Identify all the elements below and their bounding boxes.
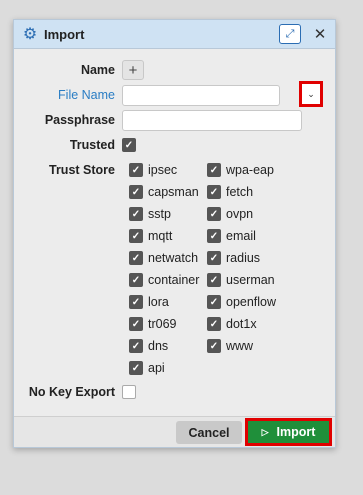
cancel-button[interactable]: Cancel (176, 421, 242, 444)
trust-store-item: ✓ mqtt (129, 225, 199, 247)
trust-store-item: ✓ dot1x (207, 313, 276, 335)
trusted-label: Trusted (69, 138, 115, 152)
file-name-row: File Name ⌄ (14, 81, 335, 107)
trust-store-item: ✓ dns (129, 335, 199, 357)
trust-store-item: ✓ fetch (207, 181, 276, 203)
import-button[interactable]: ▷ Import (245, 418, 332, 446)
trust-store-item-label: tr069 (148, 317, 177, 331)
trust-store-checkbox[interactable]: ✓ (129, 295, 143, 309)
trust-store-label: Trust Store (49, 163, 115, 177)
trust-store-item-label: ovpn (226, 207, 254, 221)
no-key-export-label: No Key Export (28, 385, 115, 399)
trust-store-item: ✓ email (207, 225, 276, 247)
trust-store-checkbox[interactable]: ✓ (207, 185, 221, 199)
trusted-row: Trusted ✓ (14, 134, 335, 156)
trust-store-checkbox[interactable]: ✓ (129, 207, 143, 221)
trust-store-col1: ✓ ipsec ✓ capsman ✓ sstp ✓ mqtt ✓ netwatch ✓ contai… (129, 159, 199, 379)
trust-store-checkbox[interactable]: ✓ (129, 229, 143, 243)
trust-store-checkbox[interactable]: ✓ (207, 229, 221, 243)
trust-store-checkbox[interactable]: ✓ (129, 163, 143, 177)
trust-store-item-label: ipsec (148, 163, 178, 177)
dialog-titlebar: ⚙ Import ⤢ ✕ (14, 20, 335, 49)
trust-store-col2: ✓ wpa-eap ✓ fetch ✓ ovpn ✓ email ✓ radius ✓ userman… (207, 159, 276, 357)
trust-store-checkbox[interactable]: ✓ (207, 273, 221, 287)
trust-store-item: ✓ lora (129, 291, 199, 313)
import-form: Name + File Name ⌄ Passphrase Trusted ✓ … (14, 49, 335, 417)
name-label: Name (80, 63, 115, 77)
trust-store-item-label: capsman (148, 185, 199, 199)
trust-store-item-label: userman (226, 273, 275, 287)
trust-store-item-label: www (226, 339, 254, 353)
trust-store-item: ✓ ovpn (207, 203, 276, 225)
chevron-down-icon[interactable]: ⌄ (299, 81, 323, 107)
add-name-button[interactable]: + (122, 60, 144, 80)
trust-store-item: ✓ wpa-eap (207, 159, 276, 181)
trusted-checkbox[interactable]: ✓ (122, 138, 136, 152)
play-icon: ▷ (261, 426, 269, 437)
trust-store-item-label: container (148, 273, 200, 287)
trust-store-item-label: api (148, 361, 165, 375)
trust-store-item-label: dot1x (226, 317, 257, 331)
file-name-label[interactable]: File Name (14, 88, 122, 102)
import-button-label: Import (276, 425, 316, 439)
file-name-select[interactable] (122, 84, 280, 106)
trust-store-item: ✓ radius (207, 247, 276, 269)
trust-store-item-label: email (226, 229, 256, 243)
trust-store-item: ✓ sstp (129, 203, 199, 225)
passphrase-input[interactable] (122, 109, 302, 131)
gear-icon: ⚙ (22, 26, 38, 43)
expand-icon[interactable]: ⤢ (279, 24, 301, 44)
trust-store-item: ✓ tr069 (129, 313, 199, 335)
passphrase-row: Passphrase (14, 109, 335, 131)
trust-store-item-label: sstp (148, 207, 171, 221)
no-key-export-row: No Key Export (14, 381, 335, 403)
trust-store-checkbox[interactable]: ✓ (129, 185, 143, 199)
trust-store-item: ✓ openflow (207, 291, 276, 313)
trust-store-item: ✓ netwatch (129, 247, 199, 269)
passphrase-label: Passphrase (44, 113, 115, 127)
import-dialog: ⚙ Import ⤢ ✕ Name + File Name ⌄ Passphra… (13, 19, 336, 448)
trust-store-item-label: dns (148, 339, 169, 353)
trust-store-checkbox[interactable]: ✓ (129, 317, 143, 331)
trust-store-checkbox[interactable]: ✓ (129, 361, 143, 375)
no-key-export-checkbox[interactable] (122, 385, 136, 399)
trust-store-checkbox[interactable]: ✓ (207, 251, 221, 265)
name-row: Name + (14, 59, 335, 81)
trust-store-checkbox[interactable]: ✓ (129, 339, 143, 353)
trust-store-item: ✓ www (207, 335, 276, 357)
trust-store-item-label: lora (148, 295, 169, 309)
close-icon[interactable]: ✕ (313, 25, 327, 43)
trust-store-item-label: wpa-eap (226, 163, 274, 177)
trust-store-checkbox[interactable]: ✓ (207, 207, 221, 221)
trust-store-item-label: radius (226, 251, 261, 265)
trust-store-checkbox[interactable]: ✓ (207, 295, 221, 309)
trust-store-checkbox[interactable]: ✓ (129, 251, 143, 265)
trust-store-item-label: netwatch (148, 251, 199, 265)
trust-store-checkbox[interactable]: ✓ (207, 339, 221, 353)
trust-store-item-label: mqtt (148, 229, 173, 243)
trust-store-item: ✓ userman (207, 269, 276, 291)
trust-store-item: ✓ capsman (129, 181, 199, 203)
trust-store-checkbox[interactable]: ✓ (207, 163, 221, 177)
dialog-title: Import (44, 26, 85, 42)
trust-store-item: ✓ api (129, 357, 199, 379)
trust-store-item: ✓ ipsec (129, 159, 199, 181)
trust-store-item-label: openflow (226, 295, 277, 309)
trust-store-item: ✓ container (129, 269, 199, 291)
dialog-footer: Cancel ▷ Import (14, 416, 335, 447)
trust-store-item-label: fetch (226, 185, 254, 199)
trust-store-checkbox[interactable]: ✓ (207, 317, 221, 331)
trust-store-checkbox[interactable]: ✓ (129, 273, 143, 287)
